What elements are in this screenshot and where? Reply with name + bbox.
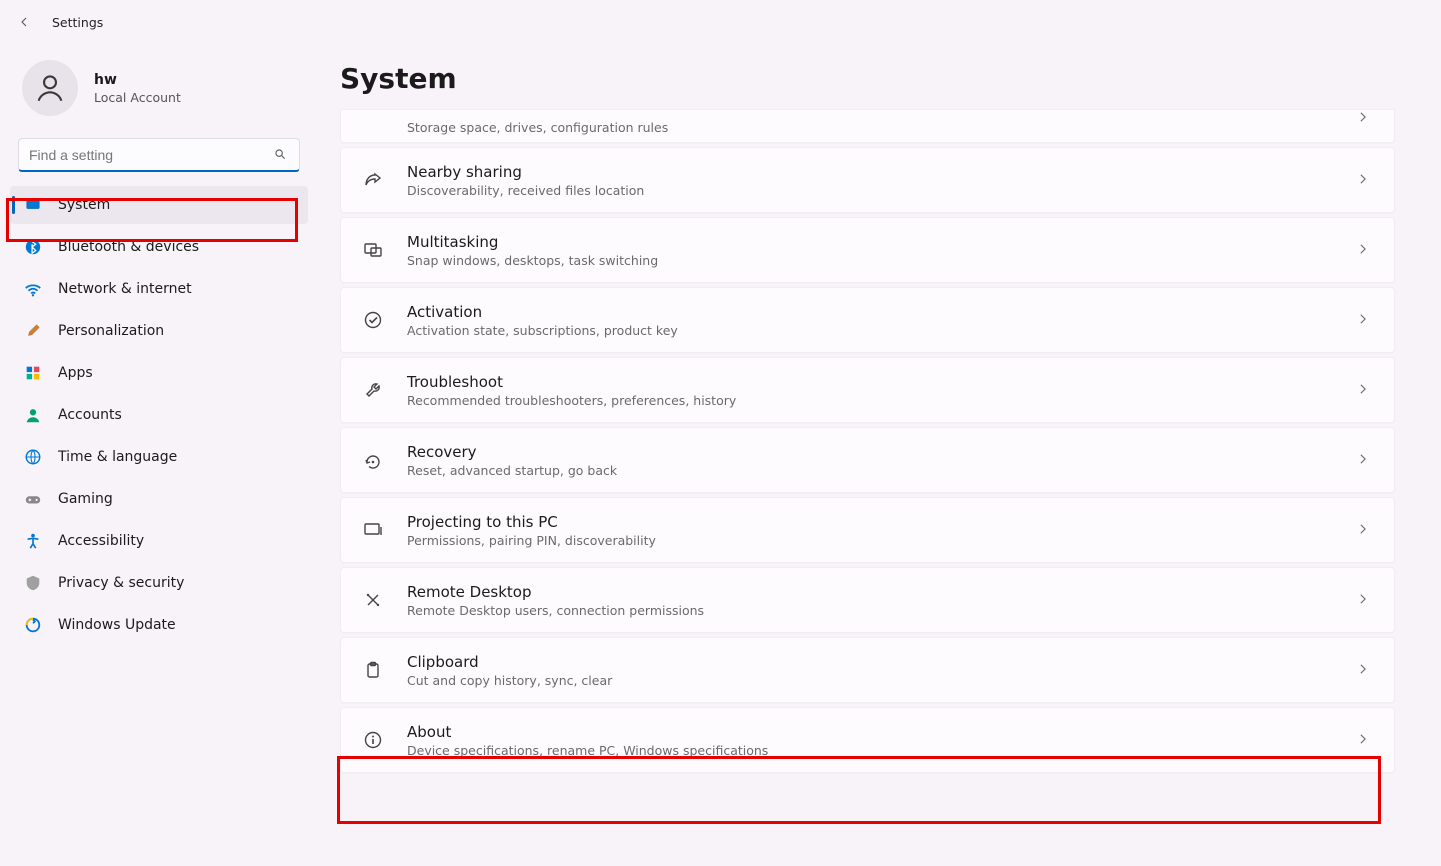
back-button[interactable] bbox=[14, 12, 34, 32]
avatar bbox=[22, 60, 78, 116]
clipboard-icon bbox=[361, 658, 385, 682]
settings-list: StorageStorage space, drives, configurat… bbox=[340, 109, 1395, 773]
setting-title: Recovery bbox=[407, 443, 1356, 461]
sidebar-item-personalization[interactable]: Personalization bbox=[10, 312, 308, 350]
setting-storage[interactable]: StorageStorage space, drives, configurat… bbox=[340, 109, 1395, 143]
setting-subtitle: Discoverability, received files location bbox=[407, 183, 1356, 198]
chevron-right-icon bbox=[1356, 172, 1372, 188]
remote-icon bbox=[361, 588, 385, 612]
setting-projecting-to-this-pc[interactable]: Projecting to this PC Permissions, pairin… bbox=[340, 497, 1395, 563]
setting-nearby-sharing[interactable]: Nearby sharing Discoverability, received … bbox=[340, 147, 1395, 213]
sidebar-item-accounts[interactable]: Accounts bbox=[10, 396, 308, 434]
sidebar-item-time-language[interactable]: Time & language bbox=[10, 438, 308, 476]
setting-subtitle: Device specifications, rename PC, Window… bbox=[407, 743, 1356, 758]
setting-title: Multitasking bbox=[407, 233, 1356, 251]
sidebar-item-label: Accessibility bbox=[58, 533, 144, 549]
chevron-right-icon bbox=[1356, 732, 1372, 748]
setting-subtitle: Recommended troubleshooters, preferences… bbox=[407, 393, 1356, 408]
chevron-right-icon bbox=[1356, 242, 1372, 258]
check-circle-icon bbox=[361, 308, 385, 332]
search-box[interactable] bbox=[18, 138, 300, 172]
setting-title: Clipboard bbox=[407, 653, 1356, 671]
wifi-icon bbox=[24, 280, 42, 298]
multitask-icon bbox=[361, 238, 385, 262]
sidebar-item-label: Privacy & security bbox=[58, 575, 184, 591]
setting-subtitle: Cut and copy history, sync, clear bbox=[407, 673, 1356, 688]
setting-multitasking[interactable]: Multitasking Snap windows, desktops, task… bbox=[340, 217, 1395, 283]
sidebar-item-gaming[interactable]: Gaming bbox=[10, 480, 308, 518]
chevron-right-icon bbox=[1356, 452, 1372, 468]
sidebar-item-label: Time & language bbox=[58, 449, 177, 465]
chevron-right-icon bbox=[1356, 110, 1372, 126]
sidebar-item-accessibility[interactable]: Accessibility bbox=[10, 522, 308, 560]
setting-subtitle: Activation state, subscriptions, product… bbox=[407, 323, 1356, 338]
person-icon bbox=[24, 406, 42, 424]
chevron-right-icon bbox=[1356, 662, 1372, 678]
sidebar-item-label: Windows Update bbox=[58, 617, 176, 633]
wrench-icon bbox=[361, 378, 385, 402]
setting-subtitle: Reset, advanced startup, go back bbox=[407, 463, 1356, 478]
sidebar-item-label: Apps bbox=[58, 365, 93, 381]
sidebar: hw Local Account System Bluetooth & devic… bbox=[0, 44, 318, 866]
setting-title: About bbox=[407, 723, 1356, 741]
nav-list: System Bluetooth & devices Network & inter… bbox=[0, 186, 318, 644]
chevron-right-icon bbox=[1356, 312, 1372, 328]
globe-clock-icon bbox=[24, 448, 42, 466]
sidebar-item-apps[interactable]: Apps bbox=[10, 354, 308, 392]
setting-subtitle: Permissions, pairing PIN, discoverabilit… bbox=[407, 533, 1356, 548]
setting-troubleshoot[interactable]: Troubleshoot Recommended troubleshooters,… bbox=[340, 357, 1395, 423]
display-icon bbox=[24, 196, 42, 214]
search-icon bbox=[273, 147, 289, 163]
gamepad-icon bbox=[24, 490, 42, 508]
recovery-icon bbox=[361, 448, 385, 472]
setting-about[interactable]: About Device specifications, rename PC, W… bbox=[340, 707, 1395, 773]
sidebar-item-label: Gaming bbox=[58, 491, 113, 507]
setting-recovery[interactable]: Recovery Reset, advanced startup, go back bbox=[340, 427, 1395, 493]
setting-title: Troubleshoot bbox=[407, 373, 1356, 391]
accessibility-icon bbox=[24, 532, 42, 550]
sidebar-item-bluetooth-devices[interactable]: Bluetooth & devices bbox=[10, 228, 308, 266]
apps-icon bbox=[24, 364, 42, 382]
setting-title: Projecting to this PC bbox=[407, 513, 1356, 531]
sidebar-item-network-internet[interactable]: Network & internet bbox=[10, 270, 308, 308]
user-profile[interactable]: hw Local Account bbox=[0, 44, 318, 132]
sidebar-item-privacy-security[interactable]: Privacy & security bbox=[10, 564, 308, 602]
update-icon bbox=[24, 616, 42, 634]
sidebar-item-label: Network & internet bbox=[58, 281, 192, 297]
main-content: System StorageStorage space, drives, con… bbox=[318, 44, 1441, 866]
chevron-right-icon bbox=[1356, 382, 1372, 398]
sidebar-item-label: Accounts bbox=[58, 407, 122, 423]
search-input[interactable] bbox=[29, 147, 265, 163]
setting-subtitle: Storage space, drives, configuration rul… bbox=[407, 120, 1356, 135]
setting-clipboard[interactable]: Clipboard Cut and copy history, sync, cle… bbox=[340, 637, 1395, 703]
share-icon bbox=[361, 168, 385, 192]
setting-subtitle: Remote Desktop users, connection permiss… bbox=[407, 603, 1356, 618]
chevron-right-icon bbox=[1356, 592, 1372, 608]
sidebar-item-label: Personalization bbox=[58, 323, 164, 339]
user-account-type: Local Account bbox=[94, 90, 181, 105]
user-name: hw bbox=[94, 72, 181, 88]
setting-subtitle: Snap windows, desktops, task switching bbox=[407, 253, 1356, 268]
page-title: System bbox=[340, 62, 1395, 95]
sidebar-item-label: System bbox=[58, 197, 110, 213]
info-icon bbox=[361, 728, 385, 752]
setting-activation[interactable]: Activation Activation state, subscription… bbox=[340, 287, 1395, 353]
shield-icon bbox=[24, 574, 42, 592]
bluetooth-icon bbox=[24, 238, 42, 256]
setting-remote-desktop[interactable]: Remote Desktop Remote Desktop users, conn… bbox=[340, 567, 1395, 633]
setting-title: Activation bbox=[407, 303, 1356, 321]
sidebar-item-windows-update[interactable]: Windows Update bbox=[10, 606, 308, 644]
brush-icon bbox=[24, 322, 42, 340]
project-icon bbox=[361, 518, 385, 542]
setting-title: Remote Desktop bbox=[407, 583, 1356, 601]
setting-title: Nearby sharing bbox=[407, 163, 1356, 181]
chevron-right-icon bbox=[1356, 522, 1372, 538]
sidebar-item-label: Bluetooth & devices bbox=[58, 239, 199, 255]
window-title: Settings bbox=[52, 15, 103, 30]
sidebar-item-system[interactable]: System bbox=[10, 186, 308, 224]
